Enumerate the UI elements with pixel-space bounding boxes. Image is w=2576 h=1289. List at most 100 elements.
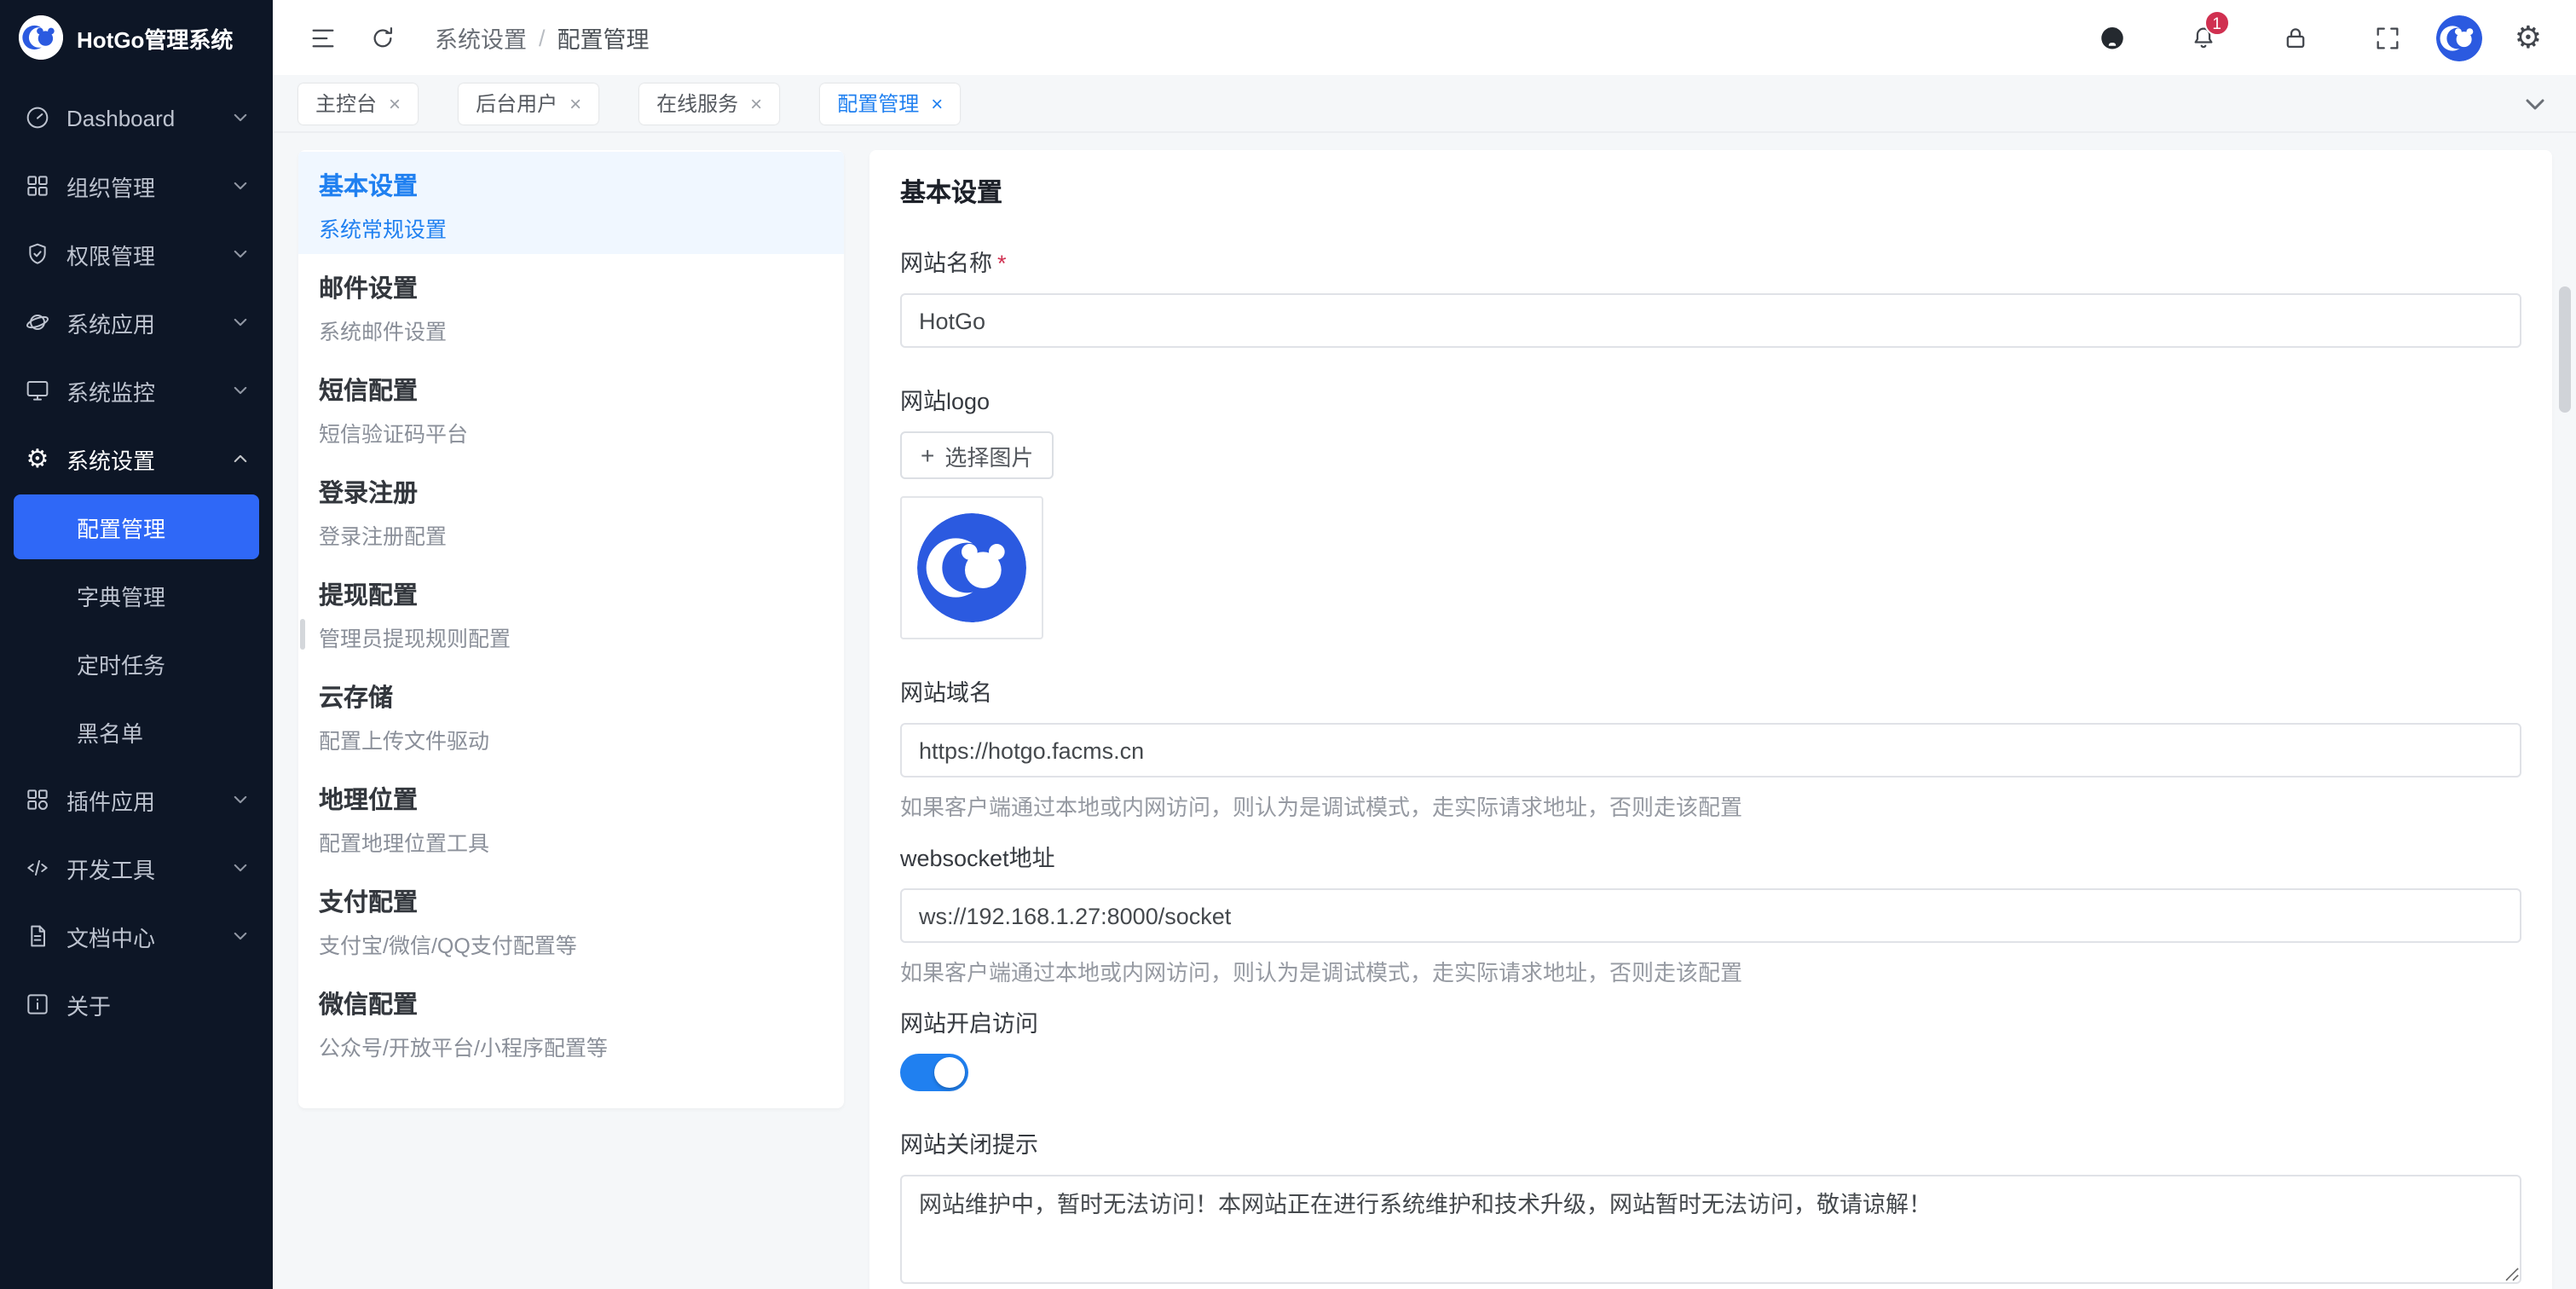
sidebar-item-docs[interactable]: 文档中心 bbox=[0, 902, 273, 970]
sidebar-item-label: 插件应用 bbox=[66, 783, 232, 816]
websocket-input[interactable] bbox=[900, 888, 2521, 943]
site-domain-help: 如果客户端通过本地或内网访问，则认为是调试模式，走实际请求地址，否则走该配置 bbox=[900, 789, 2521, 822]
app-title: HotGo管理系统 bbox=[77, 21, 233, 54]
settings-item-sms[interactable]: 短信配置 短信验证码平台 bbox=[298, 356, 844, 459]
settings-item-subtitle: 支付宝/微信/QQ支付配置等 bbox=[319, 928, 823, 960]
settings-item-login[interactable]: 登录注册 登录注册配置 bbox=[298, 459, 844, 561]
settings-item-subtitle: 管理员提现规则配置 bbox=[319, 621, 823, 653]
tabs-dropdown-icon[interactable] bbox=[2521, 90, 2549, 117]
org-grid-icon bbox=[24, 172, 51, 199]
plus-icon: + bbox=[921, 442, 934, 469]
submenu-item-label: 字典管理 bbox=[77, 579, 165, 611]
site-access-label: 网站开启访问 bbox=[900, 1004, 2521, 1038]
sidebar-item-org[interactable]: 组织管理 bbox=[0, 152, 273, 220]
sidebar-item-dashboard[interactable]: Dashboard bbox=[0, 84, 273, 152]
sidebar-item-about[interactable]: 关于 bbox=[0, 970, 273, 1038]
sidebar-item-label: 系统设置 bbox=[66, 442, 232, 475]
settings-item-email[interactable]: 邮件设置 系统邮件设置 bbox=[298, 254, 844, 356]
settings-item-subtitle: 短信验证码平台 bbox=[319, 416, 823, 448]
settings-gear-icon[interactable]: ⚙ bbox=[2515, 22, 2542, 53]
top-header: 系统设置 / 配置管理 1 bbox=[273, 0, 2576, 75]
info-icon bbox=[24, 991, 51, 1018]
fullscreen-icon[interactable] bbox=[2373, 22, 2404, 53]
breadcrumb: 系统设置 / 配置管理 bbox=[435, 20, 650, 55]
app-logo-row[interactable]: HotGo管理系统 bbox=[0, 0, 273, 75]
settings-item-withdraw[interactable]: 提现配置 管理员提现规则配置 bbox=[298, 561, 844, 663]
sidebar-item-sysapp[interactable]: 系统应用 bbox=[0, 288, 273, 356]
chevron-up-icon bbox=[232, 450, 249, 467]
settings-item-title: 邮件设置 bbox=[319, 269, 823, 305]
settings-item-subtitle: 配置上传文件驱动 bbox=[319, 723, 823, 755]
settings-item-basic[interactable]: 基本设置 系统常规设置 bbox=[298, 152, 844, 254]
tab-console[interactable]: 主控台 × bbox=[298, 83, 418, 124]
breadcrumb-separator: / bbox=[539, 25, 546, 50]
chevron-down-icon bbox=[232, 109, 249, 126]
tab-admin-users[interactable]: 后台用户 × bbox=[459, 83, 598, 124]
close-tip-textarea[interactable]: 网站维护中，暂时无法访问！本网站正在进行系统维护和技术升级，网站暂时无法访问，敬… bbox=[900, 1175, 2521, 1284]
site-name-group: 网站名称* bbox=[900, 244, 2521, 348]
sidebar-item-label: 系统监控 bbox=[66, 374, 232, 407]
sidebar-item-devtools[interactable]: 开发工具 bbox=[0, 834, 273, 902]
refresh-icon[interactable] bbox=[367, 22, 397, 53]
page-scrollbar-thumb[interactable] bbox=[2559, 286, 2571, 413]
sidebar-item-label: 开发工具 bbox=[66, 852, 232, 884]
submenu-item-cron[interactable]: 定时任务 bbox=[0, 629, 273, 697]
choose-image-button[interactable]: + 选择图片 bbox=[900, 431, 1054, 479]
settings-item-subtitle: 公众号/开放平台/小程序配置等 bbox=[319, 1030, 823, 1062]
settings-item-wechat[interactable]: 微信配置 公众号/开放平台/小程序配置等 bbox=[298, 970, 844, 1072]
tab-close-icon[interactable]: × bbox=[931, 91, 943, 115]
chevron-down-icon bbox=[232, 177, 249, 194]
sidebar-item-label: 系统应用 bbox=[66, 306, 232, 338]
sidebar-submenu: 配置管理 字典管理 定时任务 黑名单 bbox=[0, 494, 273, 766]
site-domain-label: 网站域名 bbox=[900, 673, 2521, 708]
sidebar-item-permission[interactable]: 权限管理 bbox=[0, 220, 273, 288]
settings-item-title: 微信配置 bbox=[319, 986, 823, 1021]
site-access-toggle[interactable] bbox=[900, 1054, 968, 1091]
main-column: 系统设置 / 配置管理 1 bbox=[273, 0, 2576, 1289]
notifications-bell-icon[interactable]: 1 bbox=[2189, 22, 2220, 53]
breadcrumb-parent[interactable]: 系统设置 bbox=[435, 20, 527, 55]
tab-close-icon[interactable]: × bbox=[569, 91, 581, 115]
close-tip-group: 网站关闭提示 网站维护中，暂时无法访问！本网站正在进行系统维护和技术升级，网站暂… bbox=[900, 1125, 2521, 1289]
sidebar-item-label: 关于 bbox=[66, 988, 249, 1020]
chevron-down-icon bbox=[232, 314, 249, 331]
sidebar-item-monitor[interactable]: 系统监控 bbox=[0, 356, 273, 425]
site-domain-group: 网站域名 如果客户端通过本地或内网访问，则认为是调试模式，走实际请求地址，否则走… bbox=[900, 673, 2521, 822]
site-logo-preview[interactable] bbox=[900, 496, 1043, 639]
tab-close-icon[interactable]: × bbox=[750, 91, 762, 115]
submenu-item-label: 定时任务 bbox=[77, 647, 165, 679]
github-icon[interactable] bbox=[2097, 22, 2128, 53]
submenu-item-config[interactable]: 配置管理 bbox=[14, 494, 259, 559]
submenu-item-dict[interactable]: 字典管理 bbox=[0, 561, 273, 629]
settings-item-subtitle: 系统常规设置 bbox=[319, 211, 823, 244]
chevron-down-icon bbox=[232, 859, 249, 876]
settings-scrollbar-thumb[interactable] bbox=[300, 619, 305, 650]
plugin-grid-icon bbox=[24, 786, 51, 813]
lock-icon[interactable] bbox=[2281, 22, 2312, 53]
tab-label: 主控台 bbox=[315, 89, 377, 118]
tab-config[interactable]: 配置管理 × bbox=[820, 83, 960, 124]
websocket-group: websocket地址 如果客户端通过本地或内网访问，则认为是调试模式，走实际请… bbox=[900, 839, 2521, 987]
settings-item-pay[interactable]: 支付配置 支付宝/微信/QQ支付配置等 bbox=[298, 868, 844, 970]
basic-settings-form-card: 基本设置 网站名称* 网站logo + 选择图片 bbox=[869, 150, 2552, 1289]
tab-close-icon[interactable]: × bbox=[389, 91, 401, 115]
submenu-item-blacklist[interactable]: 黑名单 bbox=[0, 697, 273, 766]
sidebar-item-label: 权限管理 bbox=[66, 238, 232, 270]
site-name-input[interactable] bbox=[900, 293, 2521, 348]
site-domain-input[interactable] bbox=[900, 723, 2521, 777]
tab-label: 后台用户 bbox=[476, 89, 557, 118]
toggle-knob bbox=[934, 1057, 965, 1088]
settings-item-storage[interactable]: 云存储 配置上传文件驱动 bbox=[298, 663, 844, 766]
shield-icon bbox=[24, 240, 51, 268]
user-avatar[interactable] bbox=[2436, 14, 2482, 61]
site-logo-image bbox=[917, 513, 1026, 622]
tab-online-service[interactable]: 在线服务 × bbox=[639, 83, 779, 124]
tab-label: 在线服务 bbox=[656, 89, 738, 118]
sidebar-item-plugins[interactable]: 插件应用 bbox=[0, 766, 273, 834]
sidebar-item-label: 文档中心 bbox=[66, 920, 232, 952]
settings-item-geo[interactable]: 地理位置 配置地理位置工具 bbox=[298, 766, 844, 868]
collapse-sidebar-icon[interactable] bbox=[307, 22, 338, 53]
settings-item-title: 地理位置 bbox=[319, 781, 823, 817]
sidebar-item-settings[interactable]: ⚙ 系统设置 bbox=[0, 425, 273, 493]
page-tabs: 主控台 × 后台用户 × 在线服务 × 配置管理 × bbox=[273, 75, 2576, 133]
